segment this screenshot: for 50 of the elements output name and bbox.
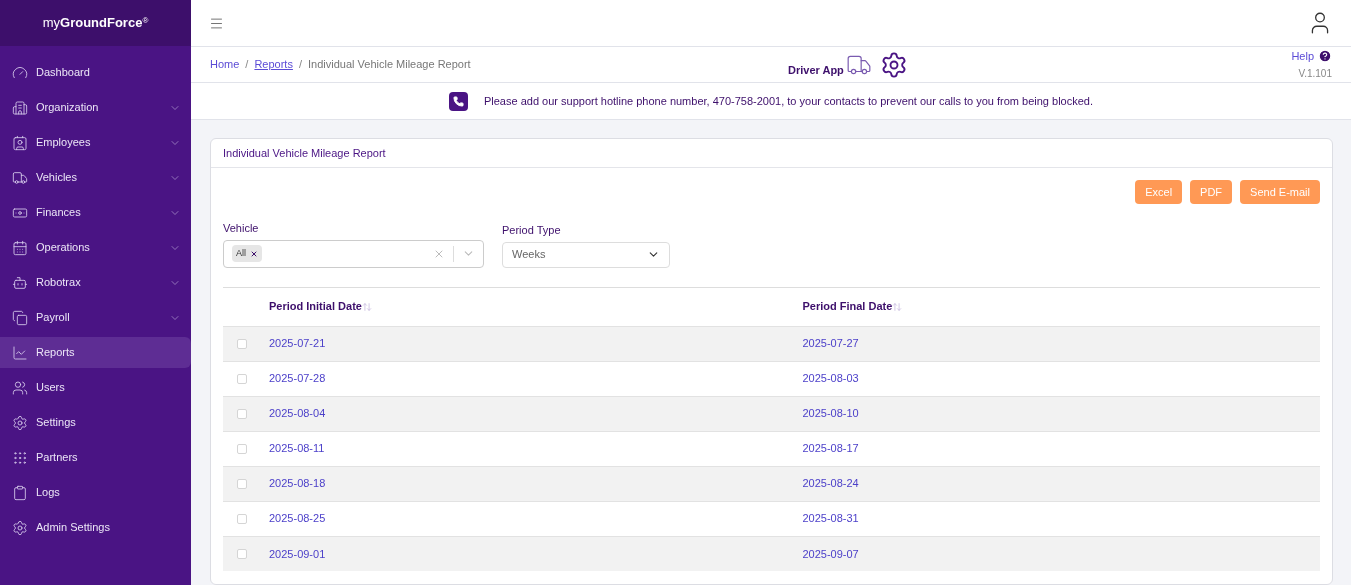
date-cell: 2025-08-03 — [802, 372, 859, 385]
sidebar-item[interactable]: Payroll — [0, 302, 191, 333]
date-cell: 2025-07-21 — [269, 337, 326, 350]
breadcrumb-separator: / — [298, 57, 302, 73]
date-cell: 2025-08-25 — [269, 512, 326, 525]
column-header[interactable]: Period Final Date — [802, 298, 893, 315]
sidebar-item[interactable]: Employees — [0, 127, 191, 158]
breadcrumb-separator: / — [245, 57, 249, 73]
driver-app-link[interactable]: Driver App — [788, 52, 872, 78]
selected-chip: All — [232, 244, 262, 263]
sidebar-item[interactable]: Admin Settings — [0, 512, 191, 543]
sidebar-item[interactable]: Partners — [0, 442, 191, 473]
date-cell: 2025-08-11 — [269, 442, 325, 455]
sidebar-item[interactable]: Vehicles — [0, 162, 191, 193]
date-cell: 2025-08-04 — [269, 407, 326, 420]
breadcrumb-current: Individual Vehicle Mileage Report — [308, 57, 471, 73]
sidebar-item[interactable]: Dashboard — [0, 57, 191, 88]
sidebar-item[interactable]: Organization — [0, 92, 191, 123]
field-label: Period Type — [502, 223, 562, 238]
sidebar-item[interactable]: Logs — [0, 477, 191, 508]
sidebar-item[interactable]: Robotrax — [0, 267, 191, 298]
period-type-select[interactable]: Weeks — [502, 241, 670, 268]
date-cell: 2025-09-07 — [802, 547, 859, 560]
table-row[interactable]: 2025-08-11 2025-08-17 — [223, 431, 1320, 466]
field-label: Vehicle — [223, 221, 260, 236]
sidebar-item[interactable]: Finances — [0, 197, 191, 228]
date-cell: 2025-07-27 — [802, 337, 859, 350]
date-cell: 2025-08-24 — [802, 477, 859, 490]
table-row[interactable]: 2025-08-25 2025-08-31 — [223, 501, 1320, 536]
logo: myGroundForce$^{®}$ — [42, 14, 149, 33]
vehicle-select[interactable]: All — [223, 239, 484, 268]
sidebar-item[interactable]: Operations — [0, 232, 191, 263]
sidebar-item[interactable]: Settings — [0, 407, 191, 438]
version-label: V.1.101 — [1298, 67, 1332, 82]
date-cell: 2025-08-31 — [802, 512, 859, 525]
notice-text: Please add our support hotline phone number, 470-758-2001, to your contacts to prevent our calls to you from being blocked. — [483, 93, 1094, 109]
breadcrumb-link[interactable]: Home — [210, 56, 240, 73]
date-cell: 2025-08-10 — [802, 407, 859, 420]
date-cell: 2025-08-18 — [269, 477, 326, 490]
table-row[interactable]: 2025-07-28 2025-08-03 — [223, 361, 1320, 396]
table-row[interactable]: 2025-09-01 2025-09-07 — [223, 536, 1320, 571]
card-title: Individual Vehicle Mileage Report — [223, 145, 386, 161]
date-cell: 2025-08-17 — [802, 442, 859, 455]
sidebar-item[interactable]: Reports — [0, 337, 191, 368]
breadcrumb-link[interactable]: Reports — [254, 56, 293, 73]
sidebar-item[interactable]: Users — [0, 372, 191, 403]
column-header[interactable]: Period Initial Date — [269, 298, 362, 315]
date-cell: 2025-09-01 — [269, 547, 326, 560]
date-cell: 2025-07-28 — [269, 372, 326, 385]
help-link[interactable]: Help — [1291, 47, 1332, 65]
